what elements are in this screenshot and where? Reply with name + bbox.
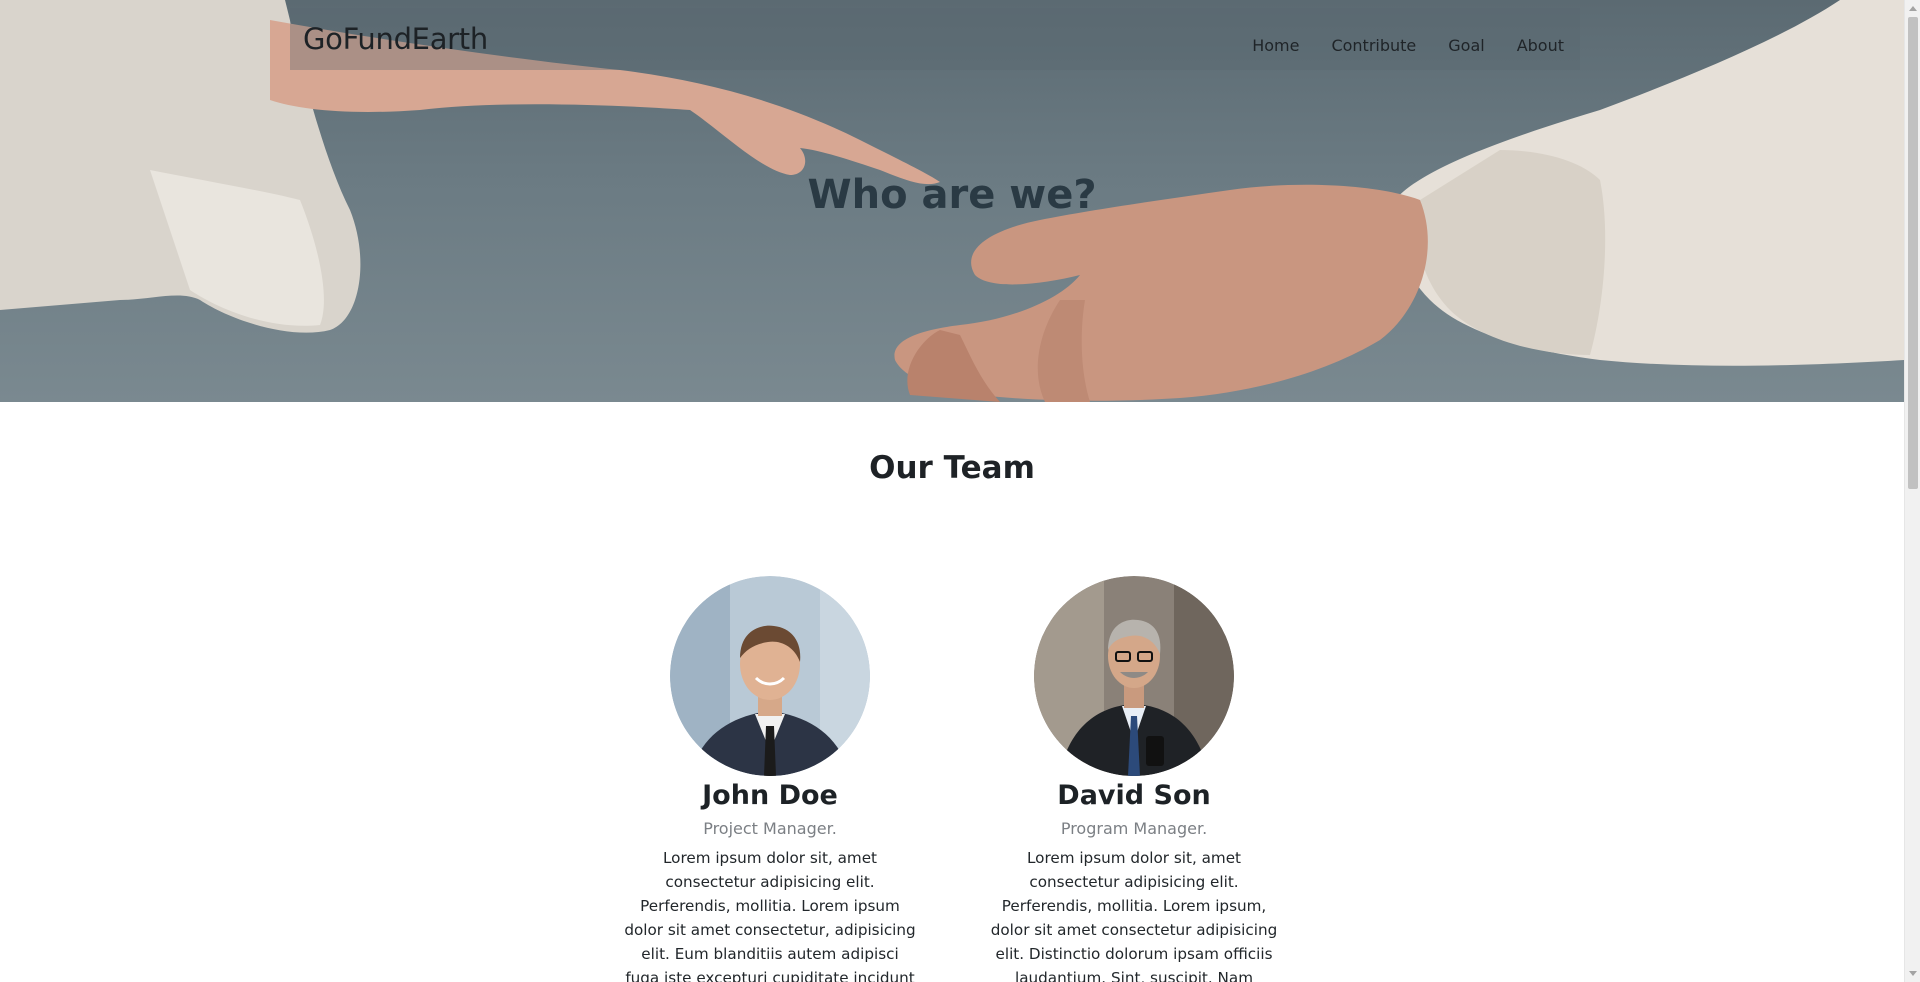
team-section-title: Our Team [869,450,1035,486]
nav-link-about[interactable]: About [1501,28,1580,63]
nav-links: Home Contribute Goal About [1236,28,1580,63]
hero-banner: GoFundEarth Home Contribute Goal About W… [0,0,1904,402]
member-bio: Lorem ipsum dolor sit, amet consectetur … [990,849,1278,982]
top-navbar: GoFundEarth Home Contribute Goal About [290,8,1580,70]
avatar [670,576,870,776]
nav-link-contribute[interactable]: Contribute [1315,28,1432,63]
nav-link-goal[interactable]: Goal [1432,28,1500,63]
scroll-up-arrow-icon[interactable] [1909,6,1917,11]
member-role: Program Manager. [1060,819,1208,838]
member-role: Project Manager. [703,819,837,838]
hero-title: Who are we? [807,172,1097,218]
member-name: David Son [1057,780,1211,811]
member-bio: Lorem ipsum dolor sit, amet consectetur … [624,849,916,982]
vertical-scrollbar[interactable] [1904,0,1920,982]
team-member-card: John Doe Project Manager. Lorem ipsum do… [622,576,918,982]
team-member-card: David Son Program Manager. Lorem ipsum d… [986,576,1282,982]
scrollbar-thumb[interactable] [1908,17,1918,489]
nav-link-home[interactable]: Home [1236,28,1315,63]
scroll-down-arrow-icon[interactable] [1909,971,1917,976]
avatar [1034,576,1234,776]
member-name: John Doe [702,780,838,811]
brand-logo[interactable]: GoFundEarth [303,22,488,56]
